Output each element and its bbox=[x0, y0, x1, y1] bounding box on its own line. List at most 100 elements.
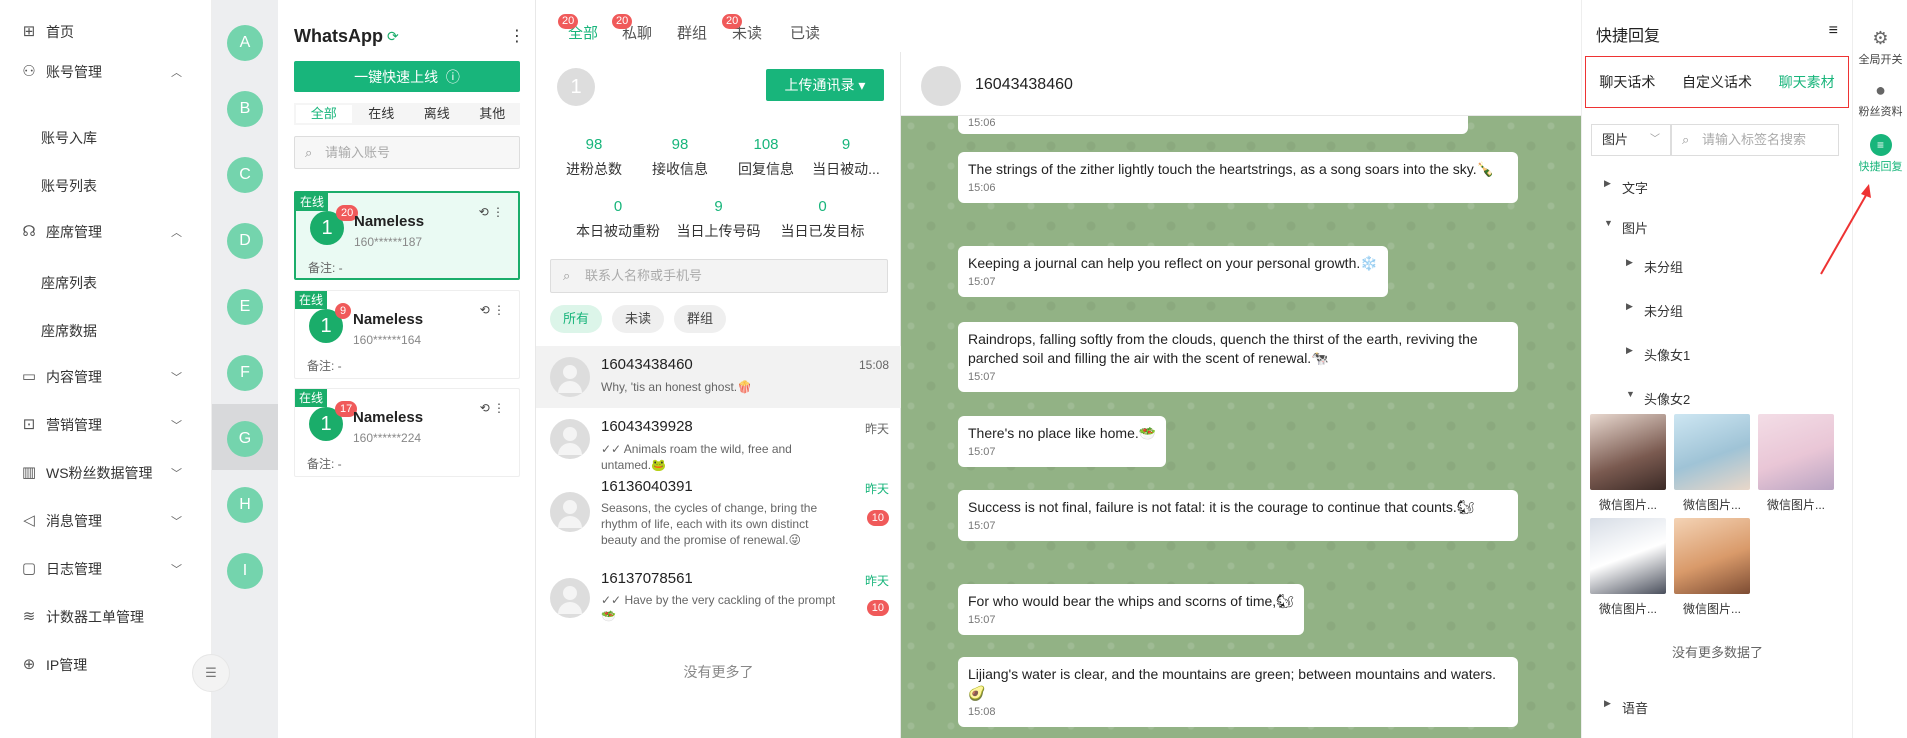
tab-read[interactable]: 已读 bbox=[790, 22, 820, 43]
caret-right-icon: ▶ bbox=[1604, 178, 1611, 188]
tab-custom-scripts[interactable]: 自定义话术 bbox=[1682, 72, 1752, 92]
menu-content-mgmt[interactable]: ▭ 内容管理 ﹀ bbox=[0, 362, 212, 392]
menu-home[interactable]: ⊞ 首页 bbox=[0, 17, 212, 47]
help-icon: ⓘ bbox=[445, 68, 460, 85]
tab-groups[interactable]: 群组 bbox=[677, 22, 707, 43]
tab-other-accounts[interactable]: 其他 bbox=[465, 103, 521, 125]
quick-online-button[interactable]: 一键快速上线 ⓘ bbox=[294, 61, 520, 92]
conversation-preview: Why, 'tis an honest ghost.🍿 bbox=[601, 380, 753, 394]
account-card[interactable]: 在线 1 17 Nameless 160******224 备注: - ⟲ ⋮ bbox=[294, 388, 520, 477]
menu-ip-mgmt[interactable]: ⊕ IP管理 bbox=[0, 650, 212, 680]
menu-ws-fans-mgmt[interactable]: ▥ WS粉丝数据管理 ﹀ bbox=[0, 458, 212, 488]
tree-node-ungrouped[interactable]: ▶ 未分组 bbox=[1626, 301, 1683, 320]
current-account-avatar: 1 bbox=[557, 68, 595, 106]
card-actions: ⟲ ⋮ bbox=[480, 401, 505, 415]
conversation-item[interactable]: 16136040391 昨天 Seasons, the cycles of ch… bbox=[536, 470, 901, 562]
account-phone: 160******164 bbox=[353, 333, 422, 347]
material-thumbnail[interactable] bbox=[1590, 414, 1666, 490]
message-bubble[interactable]: Success is not final, failure is not fat… bbox=[958, 490, 1518, 541]
contact-search-input[interactable]: ⌕ 联系人名称或手机号 bbox=[550, 259, 888, 293]
menu-account-import[interactable]: 账号入库 bbox=[41, 128, 97, 148]
fans-profile-button[interactable]: ● 粉丝资料 bbox=[1853, 80, 1907, 119]
letter-avatar-a[interactable]: A bbox=[227, 25, 263, 61]
account-card[interactable]: 在线 1 9 Nameless 160******164 备注: - ⟲ ⋮ bbox=[294, 290, 520, 379]
more-vertical-icon[interactable]: ⋮ bbox=[493, 303, 505, 317]
tree-node-avatar-female-2[interactable]: ▼ 头像女2 bbox=[1626, 389, 1690, 408]
menu-log-mgmt[interactable]: ▢ 日志管理 ﹀ bbox=[0, 554, 212, 584]
more-vertical-icon[interactable]: ⋮ bbox=[509, 26, 525, 46]
account-phone: 160******224 bbox=[353, 431, 422, 445]
tree-node-avatar-female-1[interactable]: ▶ 头像女1 bbox=[1626, 345, 1690, 364]
menu-icon[interactable]: ≡ bbox=[1829, 22, 1838, 40]
conversation-item[interactable]: 16137078561 昨天 ✓✓ Have by the very cackl… bbox=[536, 562, 901, 634]
filter-unread[interactable]: 未读 bbox=[612, 305, 665, 333]
chevron-down-icon: ﹀ bbox=[171, 420, 182, 432]
tab-offline-accounts[interactable]: 离线 bbox=[409, 103, 465, 125]
letter-avatar-e[interactable]: E bbox=[227, 289, 263, 325]
account-card[interactable]: 在线 1 20 Nameless 160******187 备注: - ⟲ ⋮ bbox=[294, 191, 520, 280]
menu-seat-data[interactable]: 座席数据 bbox=[41, 321, 97, 341]
letter-avatar-h[interactable]: H bbox=[227, 487, 263, 523]
message-bubble[interactable]: 15:06 bbox=[958, 116, 1468, 134]
caret-down-icon: ▼ bbox=[1626, 389, 1635, 399]
thumbnail-caption: 微信图片... bbox=[1598, 602, 1657, 616]
material-type-select[interactable]: 图片 ﹀ bbox=[1591, 124, 1671, 156]
tab-online-accounts[interactable]: 在线 bbox=[354, 103, 410, 125]
tree-node-ungrouped[interactable]: ▶ 未分组 bbox=[1626, 257, 1683, 276]
tree-node-image[interactable]: ▼ 图片 bbox=[1604, 218, 1648, 237]
material-thumbnail[interactable] bbox=[1674, 414, 1750, 490]
menu-marketing-mgmt[interactable]: ⊡ 营销管理 ﹀ bbox=[0, 410, 212, 440]
message-bubble[interactable]: Raindrops, falling softly from the cloud… bbox=[958, 322, 1518, 392]
sync-icon[interactable]: ⟲ bbox=[480, 303, 490, 317]
tree-node-text[interactable]: ▶ 文字 bbox=[1604, 178, 1648, 197]
message-bubble[interactable]: For who would bear the whips and scorns … bbox=[958, 584, 1304, 635]
menu-account-list[interactable]: 账号列表 bbox=[41, 176, 97, 196]
account-search-input[interactable]: ⌕ 请输入账号 bbox=[294, 136, 520, 169]
filter-groups[interactable]: 群组 bbox=[674, 305, 727, 333]
conversation-time: 昨天 bbox=[864, 422, 889, 436]
chat-header: 16043438460 bbox=[901, 52, 1581, 116]
letter-avatar-d[interactable]: D bbox=[227, 223, 263, 259]
menu-counter-ticket-mgmt[interactable]: ≋ 计数器工单管理 bbox=[0, 602, 212, 632]
tab-chat-scripts[interactable]: 聊天话术 bbox=[1599, 72, 1655, 92]
no-more-data-label: 没有更多数据了 bbox=[1671, 645, 1763, 660]
thumbnail-caption: 微信图片... bbox=[1682, 498, 1741, 512]
menu-message-mgmt[interactable]: ◁ 消息管理 ﹀ bbox=[0, 506, 212, 536]
chevron-down-icon: ﹀ bbox=[171, 564, 182, 576]
tab-chat-materials[interactable]: 聊天素材 bbox=[1779, 72, 1835, 92]
more-vertical-icon[interactable]: ⋮ bbox=[493, 401, 505, 415]
message-bubble[interactable]: The strings of the zither lightly touch … bbox=[958, 152, 1518, 203]
letter-avatar-b[interactable]: B bbox=[227, 91, 263, 127]
more-vertical-icon[interactable]: ⋮ bbox=[492, 205, 504, 219]
refresh-icon[interactable]: ⟳ bbox=[387, 28, 399, 45]
unread-badge: 10 bbox=[866, 510, 889, 526]
quick-reply-button[interactable]: ≡ 快捷回复 bbox=[1853, 134, 1907, 174]
menu-seat-mgmt[interactable]: ☊ 座席管理 ︿ bbox=[0, 217, 212, 247]
menu-seat-list[interactable]: 座席列表 bbox=[41, 273, 97, 293]
letter-avatar-f[interactable]: F bbox=[227, 355, 263, 391]
conversation-item[interactable]: 16043439928 昨天 ✓✓ Animals roam the wild,… bbox=[536, 408, 901, 472]
global-switch-button[interactable]: ⚙ 全局开关 bbox=[1853, 28, 1907, 67]
material-thumbnail[interactable] bbox=[1590, 518, 1666, 594]
material-thumbnail[interactable] bbox=[1674, 518, 1750, 594]
user-icon: ⚇ bbox=[22, 63, 36, 80]
letter-avatar-g[interactable]: G bbox=[227, 421, 263, 457]
conversation-item[interactable]: 16043438460 15:08 Why, 'tis an honest gh… bbox=[536, 346, 901, 408]
quick-reply-panel: 快捷回复 ≡ 聊天话术 自定义话术 聊天素材 图片 ﹀ ⌕ 请输入标签名搜索 ▶ 文字… bbox=[1581, 0, 1852, 738]
menu-account-mgmt[interactable]: ⚇ 账号管理 ︿ bbox=[0, 57, 212, 87]
collapse-menu-icon[interactable]: ☰ bbox=[192, 654, 230, 692]
letter-avatar-c[interactable]: C bbox=[227, 157, 263, 193]
upload-contacts-button[interactable]: 上传通讯录 ▾ bbox=[766, 69, 884, 101]
tree-node-voice[interactable]: ▶ 语音 bbox=[1604, 698, 1648, 717]
message-bubble[interactable]: There's no place like home.🥗 15:07 bbox=[958, 416, 1167, 467]
sync-icon[interactable]: ⟲ bbox=[480, 401, 490, 415]
filter-all[interactable]: 所有 bbox=[550, 305, 603, 333]
material-thumbnail[interactable] bbox=[1758, 414, 1834, 490]
message-bubble[interactable]: Lijiang's water is clear, and the mounta… bbox=[958, 657, 1518, 727]
letter-avatar-i[interactable]: I bbox=[227, 553, 263, 589]
chat-messages[interactable]: 15:06 The strings of the zither lightly … bbox=[901, 116, 1581, 738]
sync-icon[interactable]: ⟲ bbox=[479, 205, 489, 219]
message-bubble[interactable]: Keeping a journal can help you reflect o… bbox=[958, 246, 1388, 297]
tag-search-input[interactable]: ⌕ 请输入标签名搜索 bbox=[1671, 124, 1839, 156]
tab-all-accounts[interactable]: 全部 bbox=[296, 105, 352, 123]
